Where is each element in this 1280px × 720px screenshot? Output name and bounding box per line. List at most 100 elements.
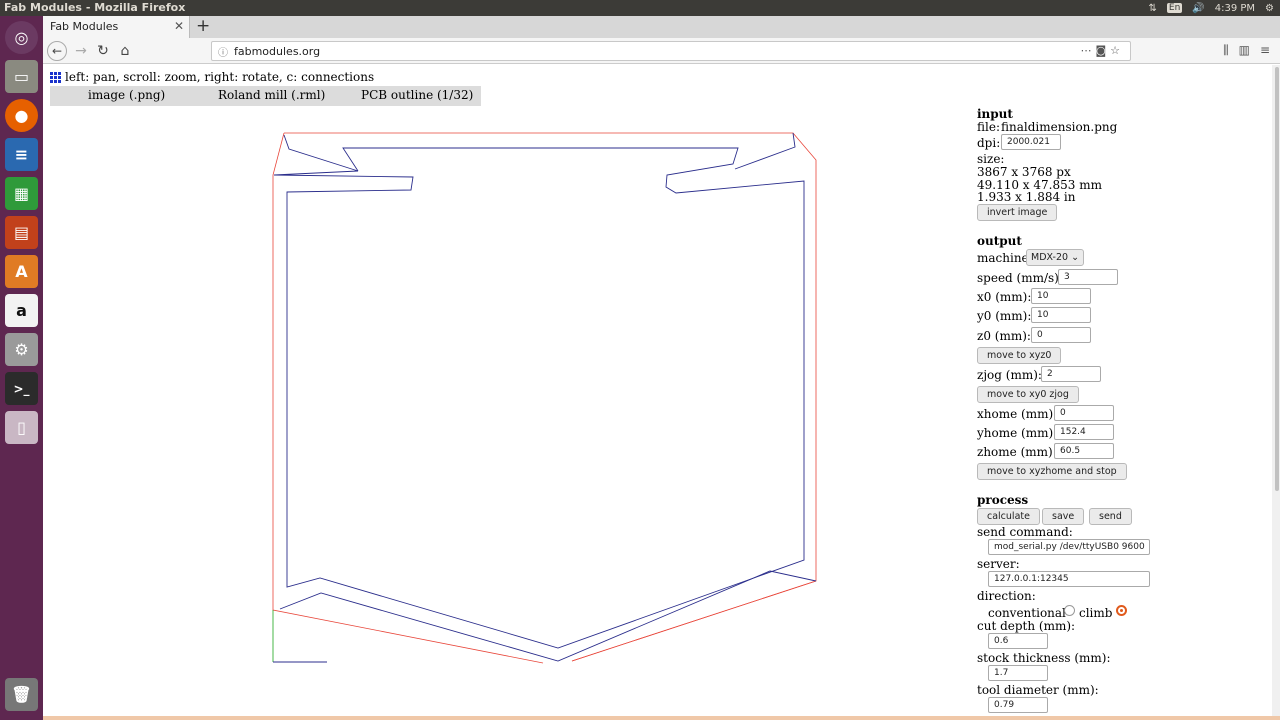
y0-input[interactable]: 10	[1031, 307, 1091, 323]
calculate-button[interactable]: calculate	[977, 508, 1040, 525]
forward-icon[interactable]: →	[71, 41, 91, 61]
files-icon[interactable]: ▭	[5, 60, 38, 93]
direction-label: direction:	[977, 589, 1036, 603]
stock-thickness-label: stock thickness (mm):	[977, 651, 1111, 665]
output-heading: output	[977, 234, 1022, 248]
file-label: file:	[977, 120, 1000, 134]
cut-depth-input[interactable]: 0.6	[988, 633, 1048, 649]
process-heading: process	[977, 493, 1029, 507]
send-button[interactable]: send	[1089, 508, 1132, 525]
input-heading: input	[977, 107, 1013, 121]
home-icon[interactable]: ⌂	[115, 41, 135, 61]
invert-image-button[interactable]: invert image	[977, 204, 1058, 221]
page-actions: ⋯◙☆	[1080, 44, 1124, 57]
new-tab-icon[interactable]: +	[196, 16, 210, 36]
tab-strip: Fab Modules ✕ +	[43, 16, 1280, 38]
menu-icon[interactable]: ≡	[1260, 43, 1280, 57]
speed-input[interactable]: 3	[1058, 269, 1118, 285]
network-icon[interactable]: ⇅	[1149, 3, 1157, 14]
stock-thickness-input[interactable]: 1.7	[988, 665, 1048, 681]
dash-icon[interactable]: ◎	[5, 21, 38, 54]
url-bar[interactable]: ⓘ fabmodules.org ⋯◙☆	[211, 41, 1131, 61]
tool-diameter-input[interactable]: 0.79	[988, 697, 1048, 713]
size-in: 1.933 x 1.884 in	[977, 190, 1076, 204]
dpi-input[interactable]: 2000.021	[1001, 134, 1061, 150]
toolpath-notch-right	[734, 132, 796, 170]
volume-icon[interactable]: 🔊	[1192, 3, 1204, 14]
z0-label: z0 (mm):	[977, 329, 1031, 343]
machine-value: MDX-20	[1031, 252, 1069, 263]
zjog-label: zjog (mm):	[977, 368, 1042, 382]
gear-icon[interactable]: ⚙	[1265, 3, 1274, 14]
size-label: size:	[977, 152, 1005, 166]
settings-icon[interactable]: ⚙	[5, 333, 38, 366]
clock[interactable]: 4:39 PM	[1215, 3, 1255, 14]
speed-label: speed (mm/s):	[977, 271, 1063, 285]
conventional-radio[interactable]	[1064, 605, 1075, 616]
zjog-input[interactable]: 2	[1041, 366, 1101, 382]
travel-path	[284, 132, 817, 662]
trash-icon[interactable]: 🗑	[5, 678, 38, 711]
pocket-icon[interactable]: ◙	[1095, 44, 1110, 57]
software-center-icon[interactable]: A	[5, 255, 38, 288]
reload-icon[interactable]: ↻	[93, 41, 113, 61]
yhome-label: yhome (mm):	[977, 426, 1058, 440]
move-to-xyzhome-button[interactable]: move to xyzhome and stop	[977, 463, 1127, 480]
send-command-label: send command:	[977, 525, 1073, 539]
x0-input[interactable]: 10	[1031, 288, 1091, 304]
page-bottom-edge	[43, 716, 1280, 720]
info-icon[interactable]: ⓘ	[218, 44, 228, 59]
writer-icon[interactable]: ≡	[5, 138, 38, 171]
server-input[interactable]: 127.0.0.1:12345	[988, 571, 1150, 587]
sidebar-icon[interactable]: ▥	[1239, 43, 1260, 57]
x0-label: x0 (mm):	[977, 290, 1032, 304]
back-icon[interactable]: ←	[47, 41, 67, 61]
cut-depth-label: cut depth (mm):	[977, 619, 1076, 633]
firefox-window: Fab Modules ✕ + ← → ↻ ⌂ ⓘ fabmodules.org…	[43, 16, 1280, 720]
more-icon[interactable]: ⋯	[1080, 44, 1095, 57]
send-command-input[interactable]: mod_serial.py /dev/ttyUSB0 9600	[988, 539, 1150, 555]
system-top-bar: Fab Modules - Mozilla Firefox ⇅ En 🔊 4:3…	[0, 0, 1280, 16]
tab-fab-modules[interactable]: Fab Modules ✕	[43, 16, 190, 38]
bookmark-star-icon[interactable]: ☆	[1110, 44, 1124, 57]
toolpath-outer	[273, 134, 805, 649]
xhome-input[interactable]: 0	[1054, 405, 1114, 421]
amazon-icon[interactable]: a	[5, 294, 38, 327]
move-to-xyz0-button[interactable]: move to xyz0	[977, 347, 1062, 364]
climb-radio[interactable]	[1116, 605, 1127, 616]
launcher: ◎ ▭ ● ≡ ▦ ▤ A a ⚙ >_ ▯ 🗑	[0, 16, 43, 720]
terminal-icon[interactable]: >_	[5, 372, 38, 405]
usb-drive-icon[interactable]: ▯	[5, 411, 38, 444]
machine-select[interactable]: MDX-20 ⌄	[1026, 249, 1085, 266]
system-indicators: ⇅ En 🔊 4:39 PM ⚙	[1149, 0, 1280, 16]
yhome-input[interactable]: 152.4	[1054, 424, 1114, 440]
page-content: left: pan, scroll: zoom, right: rotate, …	[43, 65, 1280, 720]
page-scrollbar[interactable]	[1272, 65, 1280, 720]
server-label: server:	[977, 557, 1020, 571]
toolpath-view[interactable]	[43, 65, 973, 720]
save-button[interactable]: save	[1042, 508, 1085, 525]
navigation-bar: ← → ↻ ⌂ ⓘ fabmodules.org ⋯◙☆ ⫼▥≡	[43, 38, 1280, 64]
zhome-input[interactable]: 60.5	[1054, 443, 1114, 459]
file-name: finaldimension.png	[1001, 120, 1118, 134]
keyboard-language[interactable]: En	[1166, 3, 1183, 13]
zhome-label: zhome (mm):	[977, 445, 1057, 459]
size-px: 3867 x 3768 px	[977, 165, 1071, 179]
calc-icon[interactable]: ▦	[5, 177, 38, 210]
window-title: Fab Modules - Mozilla Firefox	[4, 1, 186, 14]
dpi-label: dpi:	[977, 136, 1001, 150]
url-text[interactable]: fabmodules.org	[234, 45, 320, 58]
chevron-down-icon: ⌄	[1071, 252, 1080, 263]
move-to-xy0-zjog-button[interactable]: move to xy0 zjog	[977, 386, 1079, 403]
z0-input[interactable]: 0	[1031, 327, 1091, 343]
firefox-icon[interactable]: ●	[5, 99, 38, 132]
climb-label: climb	[1079, 606, 1113, 620]
library-icon[interactable]: ⫼	[1223, 43, 1239, 57]
xhome-label: xhome (mm):	[977, 407, 1058, 421]
scrollbar-thumb[interactable]	[1275, 67, 1279, 491]
travel-path-left	[272, 132, 544, 664]
tool-diameter-label: tool diameter (mm):	[977, 683, 1099, 697]
impress-icon[interactable]: ▤	[5, 216, 38, 249]
y0-label: y0 (mm):	[977, 309, 1032, 323]
close-icon[interactable]: ✕	[174, 19, 184, 33]
